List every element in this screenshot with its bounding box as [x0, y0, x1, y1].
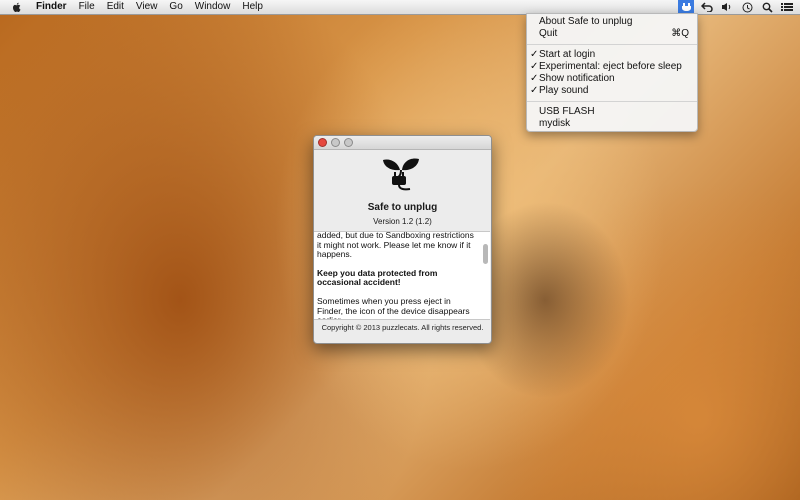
credits-paragraph: Sometimes when you press eject in Finder… [317, 295, 470, 319]
menu-item-play-sound[interactable]: ✓ Play sound [527, 85, 697, 97]
clock-icon[interactable] [740, 1, 754, 13]
spotlight-search-icon[interactable] [760, 1, 774, 13]
menu-item-quit[interactable]: Quit ⌘Q [527, 28, 697, 40]
menu-item-start-at-login[interactable]: ✓ Start at login [527, 49, 697, 61]
notification-list-icon[interactable] [780, 1, 794, 13]
menu-finder[interactable]: Finder [30, 0, 73, 14]
status-area [678, 0, 794, 14]
credits-heading: Keep you data protected from occasional … [317, 267, 438, 288]
app-logo-icon [380, 156, 422, 192]
app-name: Safe to unplug [367, 202, 438, 213]
menu-edit[interactable]: Edit [101, 0, 130, 14]
check-icon: ✓ [530, 61, 539, 72]
minimize-window-button[interactable] [331, 138, 340, 147]
menu-item-start-at-login-label: Start at login [539, 49, 596, 60]
menu-separator [527, 101, 697, 102]
menu-file[interactable]: File [73, 0, 101, 14]
quit-shortcut: ⌘Q [671, 28, 689, 39]
time-machine-icon[interactable] [700, 1, 714, 13]
volume-icon[interactable] [720, 1, 734, 13]
credits-text: added, but due to Sandboxing restriction… [317, 231, 477, 319]
credits-text-view[interactable]: added, but due to Sandboxing restriction… [314, 231, 490, 320]
credits-paragraph: added, but due to Sandboxing restriction… [317, 231, 474, 260]
menu-item-show-notification-label: Show notification [539, 73, 615, 84]
menu-item-about[interactable]: About Safe to unplug [527, 16, 697, 28]
menu-separator [527, 44, 697, 45]
menu-item-disk-mydisk-label: mydisk [539, 118, 571, 129]
menu-item-experimental[interactable]: ✓ Experimental: eject before sleep [527, 61, 697, 73]
menu-item-show-notification[interactable]: ✓ Show notification [527, 73, 697, 85]
menu-go[interactable]: Go [163, 0, 188, 14]
apple-icon[interactable] [10, 2, 24, 13]
menu-help[interactable]: Help [236, 0, 269, 14]
menu-item-experimental-label: Experimental: eject before sleep [539, 61, 682, 72]
copyright-text: Copyright © 2013 puzzlecats. All rights … [321, 323, 484, 332]
menu-item-play-sound-label: Play sound [539, 85, 589, 96]
menu-view[interactable]: View [130, 0, 164, 14]
menu-item-quit-label: Quit [539, 28, 558, 39]
menu-item-disk-usb-flash-label: USB FLASH [539, 106, 595, 117]
menu-item-disk-mydisk[interactable]: mydisk [527, 118, 697, 130]
menu-item-disk-usb-flash[interactable]: USB FLASH [527, 106, 697, 118]
zoom-window-button[interactable] [344, 138, 353, 147]
check-icon: ✓ [530, 73, 539, 84]
window-titlebar[interactable] [314, 136, 491, 150]
check-icon: ✓ [530, 85, 539, 96]
vertical-scrollbar[interactable] [483, 244, 488, 264]
check-icon: ✓ [530, 49, 539, 60]
about-window: Safe to unplug Version 1.2 (1.2) added, … [313, 135, 492, 344]
safe-to-unplug-icon[interactable] [678, 0, 694, 14]
menu-window[interactable]: Window [189, 0, 237, 14]
menu-item-about-label: About Safe to unplug [539, 16, 633, 27]
status-dropdown-menu: About Safe to unplug Quit ⌘Q ✓ Start at … [526, 13, 698, 132]
close-window-button[interactable] [318, 138, 327, 147]
app-version: Version 1.2 (1.2) [373, 217, 432, 226]
